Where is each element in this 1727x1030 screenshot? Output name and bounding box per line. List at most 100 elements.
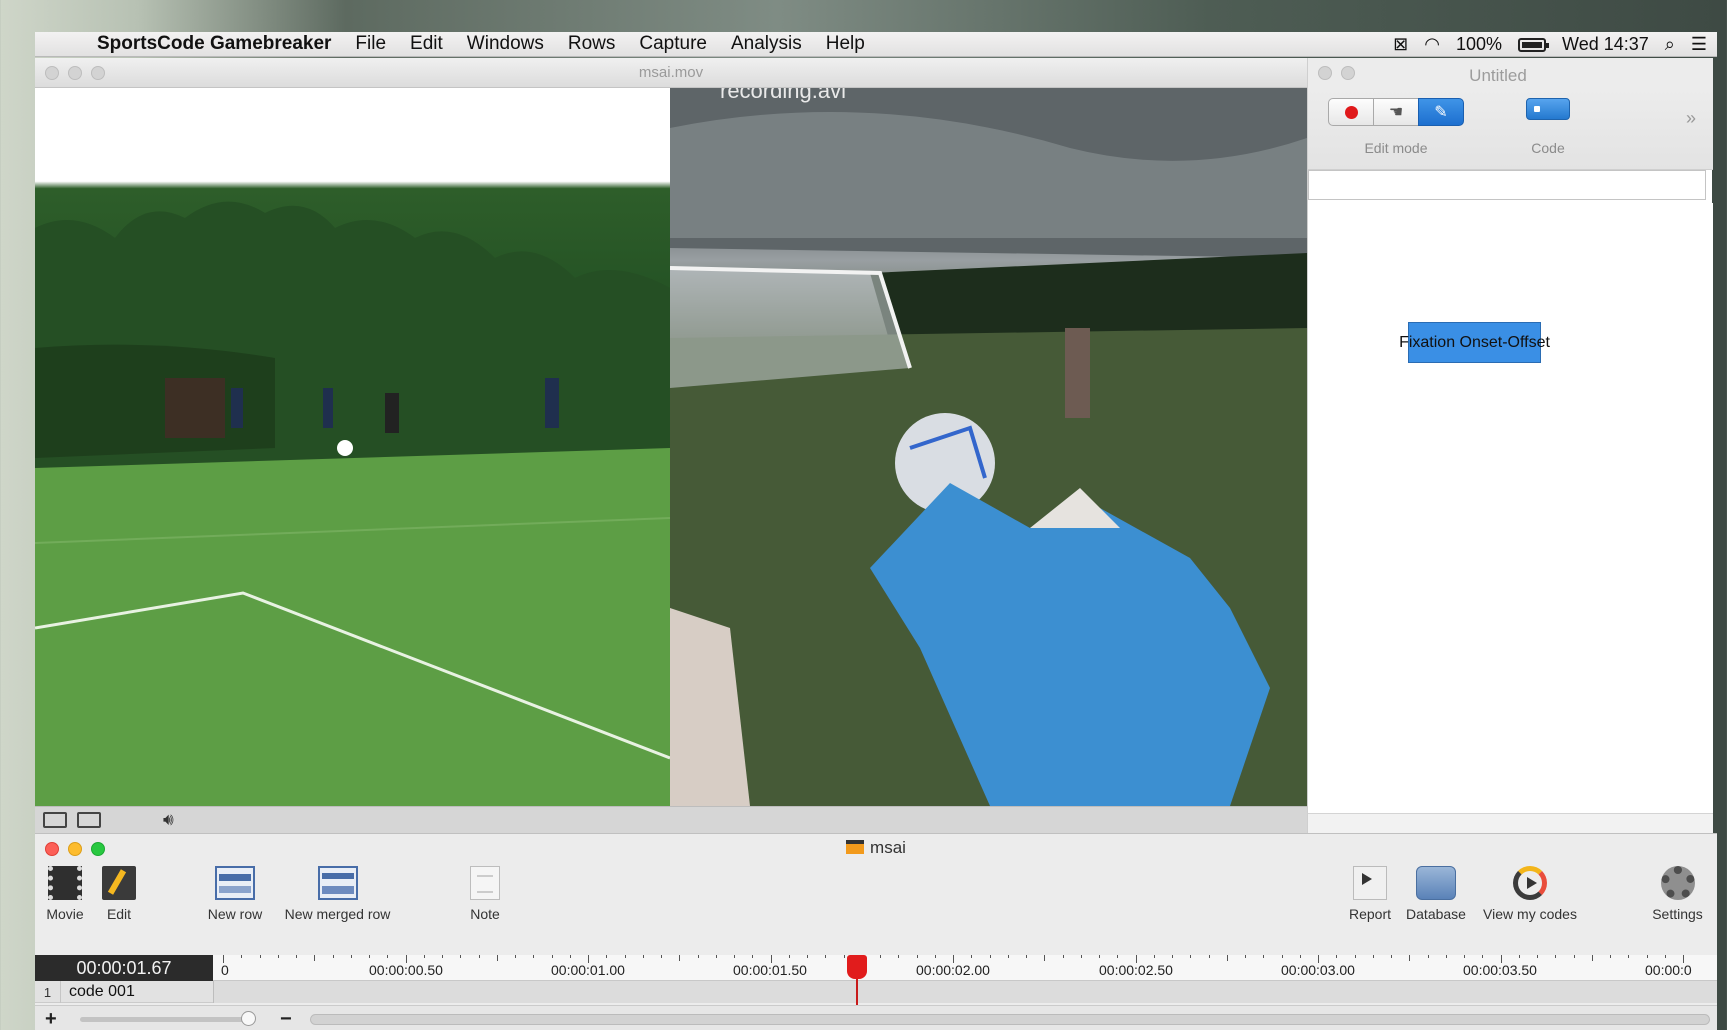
- ruler-tick: [807, 955, 808, 958]
- battery-icon[interactable]: [1518, 37, 1550, 52]
- movie-controls-bar: 🔊︎: [35, 806, 1307, 833]
- menu-analysis[interactable]: Analysis: [719, 33, 814, 55]
- code-window: Untitled ☚ ✎ Edit mode Code » Fixation O…: [1307, 58, 1713, 833]
- horizontal-scrollbar[interactable]: [310, 1014, 1710, 1025]
- movie-titlebar[interactable]: msai.mov: [35, 58, 1307, 88]
- spotlight-search-icon[interactable]: ⌕: [1665, 34, 1675, 55]
- menu-capture[interactable]: Capture: [627, 33, 719, 55]
- video-pane-field[interactable]: [35, 88, 670, 806]
- ruler-tick: [1573, 955, 1575, 958]
- time-ruler[interactable]: 0 00:00:00.50 00:00:01.00 00:00:01.50 00…: [213, 955, 1717, 981]
- ruler-tick: [606, 955, 608, 958]
- ruler-tick: [916, 955, 918, 958]
- note-icon: [470, 866, 500, 900]
- edit-mode-button[interactable]: ✎: [1418, 98, 1464, 126]
- edit-icon: ✎: [1434, 104, 1448, 121]
- menu-edit[interactable]: Edit: [398, 33, 455, 55]
- ruler-tick: [642, 955, 644, 958]
- ruler-tick: [1610, 955, 1611, 958]
- report-button[interactable]: Report: [1340, 866, 1400, 922]
- ruler-tick: [460, 955, 462, 958]
- row-name[interactable]: code 001: [69, 983, 135, 1001]
- ruler-tick: [989, 955, 991, 958]
- settings-label: Settings: [1652, 906, 1703, 922]
- battery-percent[interactable]: 100%: [1456, 34, 1502, 55]
- ruler-tick: [1117, 955, 1119, 958]
- playhead-handle[interactable]: [847, 955, 867, 981]
- zoom-in-button[interactable]: +: [45, 1008, 57, 1030]
- settings-button[interactable]: Settings: [1645, 866, 1710, 922]
- new-row-button[interactable]: New row: [200, 866, 270, 922]
- view-my-codes-button[interactable]: View my codes: [1475, 866, 1585, 922]
- ruler-tick: [423, 955, 425, 958]
- ruler-tick: [1299, 955, 1301, 958]
- ruler-tick: [1318, 955, 1319, 963]
- wifi-icon[interactable]: ◠: [1424, 34, 1440, 55]
- view-codes-icon: [1513, 866, 1547, 900]
- film-icon: [48, 866, 82, 900]
- row-timeline-lane[interactable]: [213, 981, 1717, 1003]
- code-window-search-field[interactable]: [1308, 170, 1706, 200]
- menu-windows[interactable]: Windows: [455, 33, 556, 55]
- menu-help[interactable]: Help: [814, 33, 877, 55]
- database-label: Database: [1406, 906, 1466, 922]
- database-icon: [1416, 866, 1456, 900]
- ruler-tick: [1537, 955, 1538, 958]
- ruler-tick: [259, 955, 261, 958]
- ruler-tick: [496, 955, 498, 961]
- ruler-tick: [1263, 955, 1265, 958]
- new-merged-row-label: New merged row: [284, 906, 391, 922]
- ruler-tick: [1464, 955, 1465, 958]
- ruler-tick: [515, 955, 516, 958]
- menu-app-name[interactable]: SportsCode Gamebreaker: [79, 33, 343, 55]
- ruler-tick: [241, 955, 243, 958]
- ruler-tick: [715, 955, 717, 958]
- ruler-tick: [1445, 955, 1447, 958]
- zoom-slider-knob[interactable]: [241, 1011, 256, 1026]
- ruler-tick: [1646, 955, 1648, 958]
- ruler-tick: [752, 955, 754, 958]
- ruler-tick: [1427, 955, 1429, 958]
- pointer-mode-button[interactable]: ☚: [1373, 98, 1419, 126]
- timeline-row[interactable]: 1 code 001: [35, 981, 1717, 1003]
- fit-window-icon[interactable]: [43, 812, 67, 828]
- ruler-tick: [1172, 955, 1173, 958]
- security-icon[interactable]: ⊠: [1393, 34, 1408, 55]
- ruler-tick: [1208, 955, 1210, 958]
- menu-file[interactable]: File: [343, 33, 398, 55]
- volume-icon[interactable]: 🔊︎: [163, 810, 174, 830]
- note-button[interactable]: Note: [455, 866, 515, 922]
- report-label: Report: [1348, 906, 1392, 922]
- zoom-out-button[interactable]: −: [280, 1008, 292, 1030]
- database-button[interactable]: Database: [1400, 866, 1472, 922]
- code-window-canvas[interactable]: [1308, 203, 1713, 813]
- new-merged-row-button[interactable]: New merged row: [275, 866, 400, 922]
- picture-in-picture-icon[interactable]: [77, 812, 101, 828]
- code-window-titlebar[interactable]: Untitled: [1308, 58, 1713, 88]
- menu-rows[interactable]: Rows: [556, 33, 628, 55]
- edit-tool-button[interactable]: Edit: [97, 866, 141, 922]
- ruler-tick: [1664, 955, 1666, 958]
- record-mode-button[interactable]: [1328, 98, 1374, 126]
- video-pane-pov[interactable]: recording.avi: [670, 88, 1307, 806]
- fixation-onset-offset-code-button[interactable]: Fixation Onset-Offset: [1399, 322, 1550, 363]
- menu-bar: SportsCode Gamebreaker File Edit Windows…: [35, 32, 1717, 57]
- ruler-tick: [971, 955, 973, 958]
- new-row-label: New row: [207, 906, 263, 922]
- ruler-tick: [387, 955, 389, 958]
- code-button-tool[interactable]: [1526, 98, 1570, 120]
- code-tool-label: Code: [1531, 140, 1565, 156]
- movie-tool-button[interactable]: Movie: [40, 866, 90, 922]
- ruler-tick: [770, 955, 772, 963]
- merged-row-icon: [317, 866, 358, 900]
- movie-window: msai.mov recording.avi 🔊︎: [35, 58, 1307, 833]
- ruler-tick: [1409, 955, 1411, 961]
- ruler-tick: [1500, 955, 1502, 963]
- toolbar-overflow-icon[interactable]: »: [1686, 108, 1696, 129]
- record-icon: [1345, 106, 1358, 119]
- notification-center-icon[interactable]: ☰: [1691, 34, 1707, 55]
- ruler-label: 0: [221, 962, 229, 978]
- menu-clock[interactable]: Wed 14:37: [1562, 34, 1649, 55]
- zoom-slider-track[interactable]: [80, 1017, 255, 1022]
- ruler-tick: [1482, 955, 1484, 958]
